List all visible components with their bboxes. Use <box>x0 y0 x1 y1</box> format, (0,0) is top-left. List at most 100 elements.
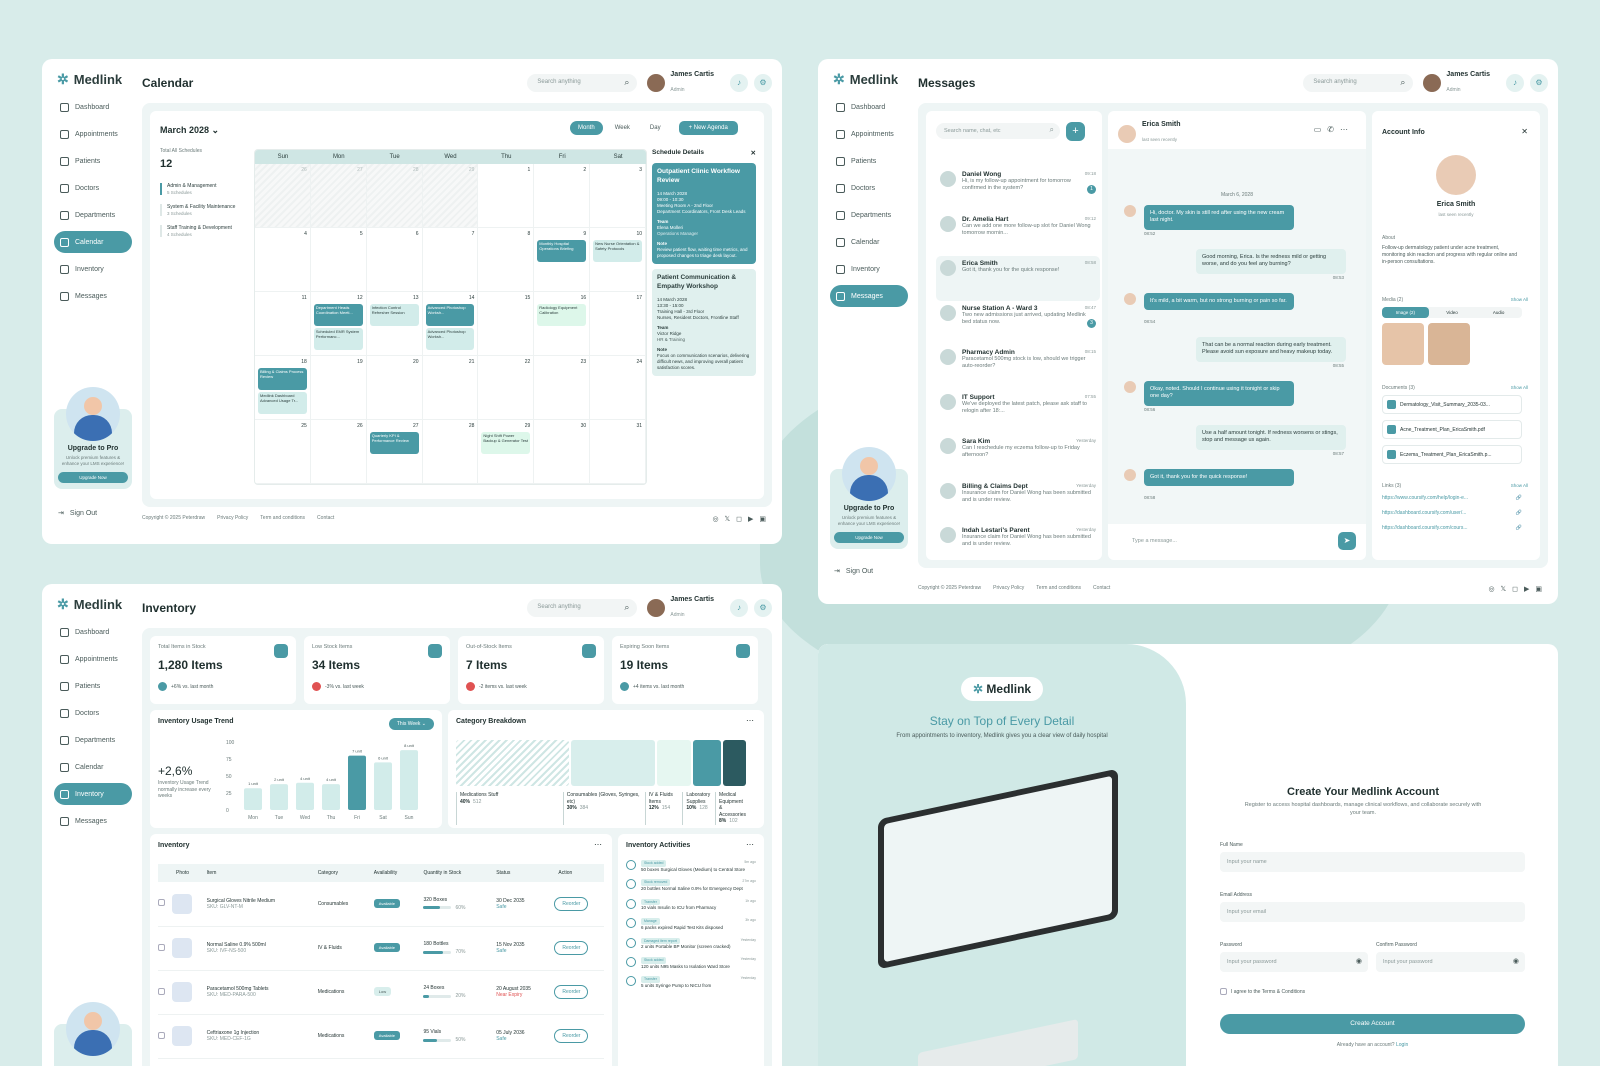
show-all-link[interactable]: Show All <box>1511 297 1528 302</box>
calendar-day[interactable]: 4 <box>255 228 311 292</box>
sidebar-item-patients[interactable]: Patients <box>54 675 132 697</box>
sidebar-item-departments[interactable]: Departments <box>54 729 132 751</box>
activity-item[interactable]: Transfer 5 units Syringe Pump to NICU fro… <box>626 976 756 988</box>
column-header[interactable]: Category <box>314 864 370 882</box>
checkbox[interactable] <box>158 943 165 951</box>
tab-video[interactable]: Video <box>1429 307 1476 318</box>
calendar-event[interactable]: Advanced Photoshop Worksh... <box>425 328 475 350</box>
sidebar-item-dashboard[interactable]: Dashboard <box>54 96 132 118</box>
chat-item[interactable]: Daniel Wong Hi, is my follow-up appointme… <box>936 167 1100 212</box>
calendar-day[interactable]: 29 Night Shift Power Backup & Generator T… <box>478 420 535 484</box>
sidebar-item-dashboard[interactable]: Dashboard <box>54 621 132 643</box>
sidebar-item-inventory[interactable]: Inventory <box>830 258 908 280</box>
sidebar-item-messages[interactable]: Messages <box>54 810 132 832</box>
schedule-detail-card[interactable]: Outpatient Clinic Workflow Review 14 Marc… <box>652 163 756 265</box>
calendar-day[interactable]: 25 <box>255 420 311 484</box>
activity-item[interactable]: Stock added 120 units N95 Masks to Isolat… <box>626 956 756 969</box>
calendar-event[interactable]: Night Shift Power Backup & Generator Tes… <box>481 432 531 454</box>
terms-link[interactable]: Term and conditions <box>260 515 305 523</box>
calendar-day[interactable]: 12 Department Heads Coordination Meeti...… <box>310 292 367 356</box>
link-item[interactable]: https://dashboard.coursify.com/user/... 🔗 <box>1382 510 1522 516</box>
close-icon[interactable]: ✕ <box>1521 127 1528 136</box>
media-image[interactable] <box>1382 323 1424 365</box>
row-checkbox-cell[interactable] <box>158 882 172 926</box>
breakdown-bar[interactable] <box>570 740 656 786</box>
calendar-day[interactable]: 16 Radiology Equipment Calibration <box>534 292 591 356</box>
breakdown-bar[interactable] <box>723 740 746 786</box>
tab-month[interactable]: Month <box>570 121 603 135</box>
calendar-day[interactable]: 5 <box>310 228 367 292</box>
logo[interactable]: ✲ Medlink <box>42 584 142 613</box>
gear-icon[interactable]: ⚙ <box>754 599 772 617</box>
chat-item[interactable]: Nurse Station A - Ward 3 Two new admissio… <box>936 301 1100 346</box>
tab-day[interactable]: Day <box>642 121 669 135</box>
column-header[interactable]: Quantity in Stock <box>419 864 492 882</box>
calendar-day[interactable]: 27 Quarterly KPI & Performance Review <box>366 420 423 484</box>
calendar-day[interactable]: 10 New Nurse Orientation & Safety Protoco… <box>590 228 646 292</box>
sidebar-item-appointments[interactable]: Appointments <box>54 648 132 670</box>
reorder-button[interactable]: Reorder <box>554 985 589 999</box>
activity-item[interactable]: Manage 6 packs expired Rapid Test Kits di… <box>626 918 756 930</box>
schedule-detail-card[interactable]: Patient Communication & Empathy Workshop… <box>652 269 756 377</box>
calendar-day[interactable]: 26 <box>255 164 311 228</box>
calendar-day[interactable]: 30 <box>534 420 591 484</box>
column-header[interactable]: Item <box>203 864 314 882</box>
calendar-day[interactable]: 17 <box>590 292 646 356</box>
search-input[interactable]: Search anything <box>527 74 638 92</box>
checkbox[interactable] <box>158 1031 165 1039</box>
calendar-day[interactable]: 1 <box>478 164 535 228</box>
schedule-group[interactable]: System & Facility Maintenance 3 Schedules <box>160 204 255 216</box>
chat-item[interactable]: IT Support We've deployed the latest patc… <box>936 390 1100 435</box>
sidebar-item-patients[interactable]: Patients <box>54 150 132 172</box>
logo[interactable]: ✲ Medlink <box>818 59 918 88</box>
sidebar-item-inventory[interactable]: Inventory <box>54 783 132 805</box>
calendar-day[interactable]: 28 <box>366 164 423 228</box>
sidebar-item-appointments[interactable]: Appointments <box>54 123 132 145</box>
calendar-day[interactable]: 3 <box>590 164 646 228</box>
sidebar-item-doctors[interactable]: Doctors <box>54 702 132 724</box>
chat-item[interactable]: Indah Lestari's Parent Insurance claim fo… <box>936 523 1100 568</box>
calendar-day[interactable]: 19 <box>310 356 367 420</box>
checkbox[interactable] <box>158 899 165 907</box>
new-agenda-button[interactable]: + New Agenda <box>678 121 738 135</box>
checkbox[interactable] <box>1220 988 1227 995</box>
sidebar-item-patients[interactable]: Patients <box>830 150 908 172</box>
column-header[interactable]: Action <box>554 864 604 882</box>
password-input[interactable]: Input your password ◉ <box>1220 952 1368 972</box>
row-checkbox-cell[interactable] <box>158 970 172 1014</box>
breakdown-bar[interactable] <box>456 740 569 786</box>
email-input[interactable]: Input your email <box>1220 902 1525 922</box>
bar[interactable] <box>270 784 288 810</box>
select-all-cell[interactable] <box>158 864 172 882</box>
document-item[interactable]: Eczema_Treatment_Plan_EricaSmith.p... <box>1382 445 1522 464</box>
chat-item[interactable]: Pharmacy Admin Paracetamol 500mg stock is… <box>936 345 1100 390</box>
sidebar-item-doctors[interactable]: Doctors <box>830 177 908 199</box>
sidebar-item-departments[interactable]: Departments <box>54 204 132 226</box>
social-icons[interactable]: ◎𝕏◻▶▣ <box>1488 585 1548 593</box>
bar[interactable] <box>244 788 262 810</box>
user-profile[interactable]: James Cartis Admin <box>647 71 714 96</box>
sidebar-item-dashboard[interactable]: Dashboard <box>830 96 908 118</box>
social-icons[interactable]: ◎𝕏◻▶▣ <box>712 515 772 523</box>
table-row[interactable]: Ceftriaxone 1g Injection SKU: MED-CEF-1G M… <box>158 1014 604 1058</box>
activity-item[interactable]: Stock added 50 boxes Surgical Gloves (Med… <box>626 860 756 872</box>
calendar-day[interactable]: 7 <box>422 228 479 292</box>
table-row[interactable]: Surgical Gloves Nitrile Medium SKU: GLV-N… <box>158 882 604 926</box>
contact-link[interactable]: Contact <box>317 515 334 523</box>
calendar-day[interactable]: 29 <box>422 164 479 228</box>
terms-checkbox[interactable]: I agree to the Terms & Conditions <box>1220 988 1305 995</box>
sidebar-item-appointments[interactable]: Appointments <box>830 123 908 145</box>
calendar-day[interactable]: 2 <box>534 164 591 228</box>
calendar-event[interactable]: Radiology Equipment Calibration <box>537 304 587 326</box>
column-header[interactable]: Status <box>492 864 554 882</box>
notification-icon[interactable]: ♪ <box>730 74 748 92</box>
create-account-button[interactable]: Create Account <box>1220 1014 1525 1034</box>
more-icon[interactable]: ⋯ <box>1340 125 1354 134</box>
more-icon[interactable]: ⋯ <box>746 840 754 849</box>
logo[interactable]: ✲ Medlink <box>42 59 142 88</box>
upgrade-button[interactable]: Upgrade Now <box>834 531 904 543</box>
tab-image[interactable]: Image (2) <box>1382 307 1429 318</box>
schedule-group[interactable]: Admin & Management 5 Schedules <box>160 183 255 195</box>
activity-item[interactable]: Transfer 10 vials Insulin to ICU from Pha… <box>626 898 756 911</box>
calendar-day[interactable]: 26 <box>310 420 367 484</box>
